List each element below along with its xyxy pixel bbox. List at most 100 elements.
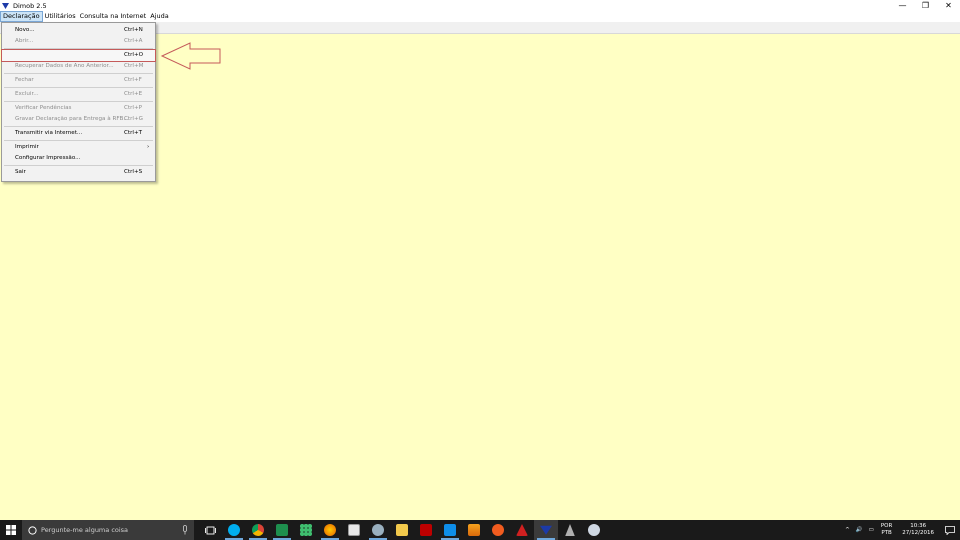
- taskbar-dots-app[interactable]: [294, 520, 318, 540]
- clock-time: 10:36: [910, 523, 927, 529]
- menu-item-shortcut: Ctrl+G: [124, 116, 143, 122]
- menu-declaracao[interactable]: Declaração: [0, 11, 43, 22]
- menu-separator: [4, 165, 153, 166]
- folder-icon: [396, 524, 408, 536]
- filezilla-icon: [420, 524, 432, 536]
- action-center-button[interactable]: [940, 520, 960, 540]
- dimob-app-icon: [2, 2, 9, 9]
- language-code: POR: [880, 523, 893, 529]
- menu-separator: [4, 101, 153, 102]
- start-button[interactable]: [0, 520, 22, 540]
- receita-app-icon: [588, 524, 600, 536]
- menu-item-imprimir[interactable]: Imprimir ›: [2, 142, 155, 153]
- menu-item-label: Sair: [15, 169, 26, 175]
- red-flame-app-icon: [516, 524, 528, 536]
- v-app-icon: [468, 524, 480, 536]
- skype-icon: [228, 524, 240, 536]
- notification-icon: [945, 525, 955, 535]
- menu-item-abrir[interactable]: Abrir... Ctrl+A: [2, 36, 155, 47]
- taskbar-receita-app[interactable]: [582, 520, 606, 540]
- windows-logo-icon: [6, 525, 16, 535]
- taskbar-firefox[interactable]: [318, 520, 342, 540]
- task-view-icon: [204, 526, 216, 534]
- clock[interactable]: 10:36 27/12/2016: [896, 523, 940, 537]
- microphone-icon[interactable]: [182, 525, 188, 535]
- menu-item-verificar-pendencias[interactable]: Verificar Pendências Ctrl+P: [2, 103, 155, 114]
- menu-item-label: Transmitir via Internet...: [15, 130, 83, 136]
- menu-separator: [4, 87, 153, 88]
- taskbar-orange-app[interactable]: [486, 520, 510, 540]
- menu-item-label: Imprimir: [15, 144, 39, 150]
- speaker-icon: 🔊: [855, 527, 863, 533]
- restore-button[interactable]: ❐: [914, 0, 937, 11]
- menu-separator: [4, 126, 153, 127]
- calculator-icon: [348, 524, 360, 536]
- menu-item-novo[interactable]: Novo... Ctrl+N: [2, 25, 155, 36]
- taskbar-skype[interactable]: [222, 520, 246, 540]
- menu-item-label: Verificar Pendências: [15, 105, 72, 111]
- volume-button[interactable]: 🔊: [853, 527, 866, 533]
- globe-app-icon: [372, 524, 384, 536]
- minimize-button[interactable]: —: [891, 0, 914, 11]
- menu-item-label: Configurar Impressão...: [15, 155, 81, 161]
- system-tray: ^ 🔊 ▭ POR PTB 10:36 27/12/2016: [842, 520, 960, 540]
- dots-app-icon: [300, 524, 312, 536]
- menu-consulta-internet[interactable]: Consulta na Internet: [78, 11, 149, 22]
- menu-item-highlighted[interactable]: Ctrl+O: [1, 49, 156, 62]
- menu-separator: [4, 140, 153, 141]
- menu-item-fechar[interactable]: Fechar Ctrl+F: [2, 75, 155, 86]
- title-bar: Dimob 2.5 — ❐ ✕: [0, 0, 960, 11]
- declaracao-dropdown-menu: Novo... Ctrl+N Abrir... Ctrl+A Ctrl+O Re…: [1, 22, 156, 182]
- menu-bar: Declaração Utilitários Consulta na Inter…: [0, 11, 960, 22]
- menu-item-label: Novo...: [15, 27, 35, 33]
- menu-item-transmitir[interactable]: Transmitir via Internet... Ctrl+T: [2, 128, 155, 139]
- menu-item-excluir[interactable]: Excluir... Ctrl+E: [2, 89, 155, 100]
- scale-app-icon: [565, 524, 575, 536]
- annotation-arrow-icon: [160, 42, 221, 70]
- dimob-taskbar-icon: [540, 525, 552, 535]
- menu-item-shortcut: Ctrl+M: [124, 63, 144, 69]
- menu-item-shortcut: Ctrl+S: [124, 169, 143, 175]
- window-controls: — ❐ ✕: [891, 0, 960, 11]
- network-icon: ▭: [868, 527, 874, 533]
- menu-item-label: Recuperar Dados de Ano Anterior...: [15, 63, 114, 69]
- menu-separator: [4, 48, 153, 49]
- close-button[interactable]: ✕: [937, 0, 960, 11]
- menu-utilitarios[interactable]: Utilitários: [43, 11, 78, 22]
- taskbar-file-explorer[interactable]: [390, 520, 414, 540]
- network-button[interactable]: ▭: [866, 527, 877, 533]
- taskbar-pinned-apps: [198, 520, 606, 540]
- teamviewer-icon: [444, 524, 456, 536]
- taskbar-dimob[interactable]: [534, 520, 558, 540]
- taskbar-filezilla[interactable]: [414, 520, 438, 540]
- menu-item-gravar-declaracao[interactable]: Gravar Declaração para Entrega à RFB... …: [2, 114, 155, 125]
- input-language-indicator[interactable]: POR PTB: [877, 523, 896, 537]
- menu-item-configurar-impressao[interactable]: Configurar Impressão...: [2, 153, 155, 164]
- taskbar-teamviewer[interactable]: [438, 520, 462, 540]
- menu-item-shortcut: Ctrl+O: [124, 52, 144, 58]
- menu-ajuda[interactable]: Ajuda: [148, 11, 170, 22]
- cortana-search-box[interactable]: Pergunte-me alguma coisa: [22, 520, 194, 540]
- windows-taskbar: Pergunte-me alguma coisa ^ 🔊 ▭ POR PTB 1…: [0, 520, 960, 540]
- taskbar-excel-file[interactable]: [270, 520, 294, 540]
- taskbar-scale-app[interactable]: [558, 520, 582, 540]
- menu-item-shortcut: Ctrl+A: [124, 38, 143, 44]
- taskbar-network-app[interactable]: [366, 520, 390, 540]
- menu-item-shortcut: Ctrl+F: [124, 77, 142, 83]
- clock-date: 27/12/2016: [902, 530, 934, 536]
- task-view-button[interactable]: [198, 520, 222, 540]
- chrome-icon: [252, 524, 264, 536]
- show-hidden-icons-button[interactable]: ^: [842, 527, 853, 533]
- menu-item-shortcut: Ctrl+T: [124, 130, 143, 136]
- taskbar-red-app[interactable]: [510, 520, 534, 540]
- menu-item-shortcut: Ctrl+E: [124, 91, 143, 97]
- taskbar-v-app[interactable]: [462, 520, 486, 540]
- taskbar-chrome[interactable]: [246, 520, 270, 540]
- cortana-circle-icon: [28, 525, 37, 535]
- menu-item-sair[interactable]: Sair Ctrl+S: [2, 167, 155, 178]
- menu-item-recuperar-dados[interactable]: Recuperar Dados de Ano Anterior... Ctrl+…: [2, 61, 155, 72]
- menu-separator: [4, 73, 153, 74]
- orange-circle-app-icon: [492, 524, 504, 536]
- taskbar-calculator[interactable]: [342, 520, 366, 540]
- keyboard-layout: PTB: [881, 530, 892, 536]
